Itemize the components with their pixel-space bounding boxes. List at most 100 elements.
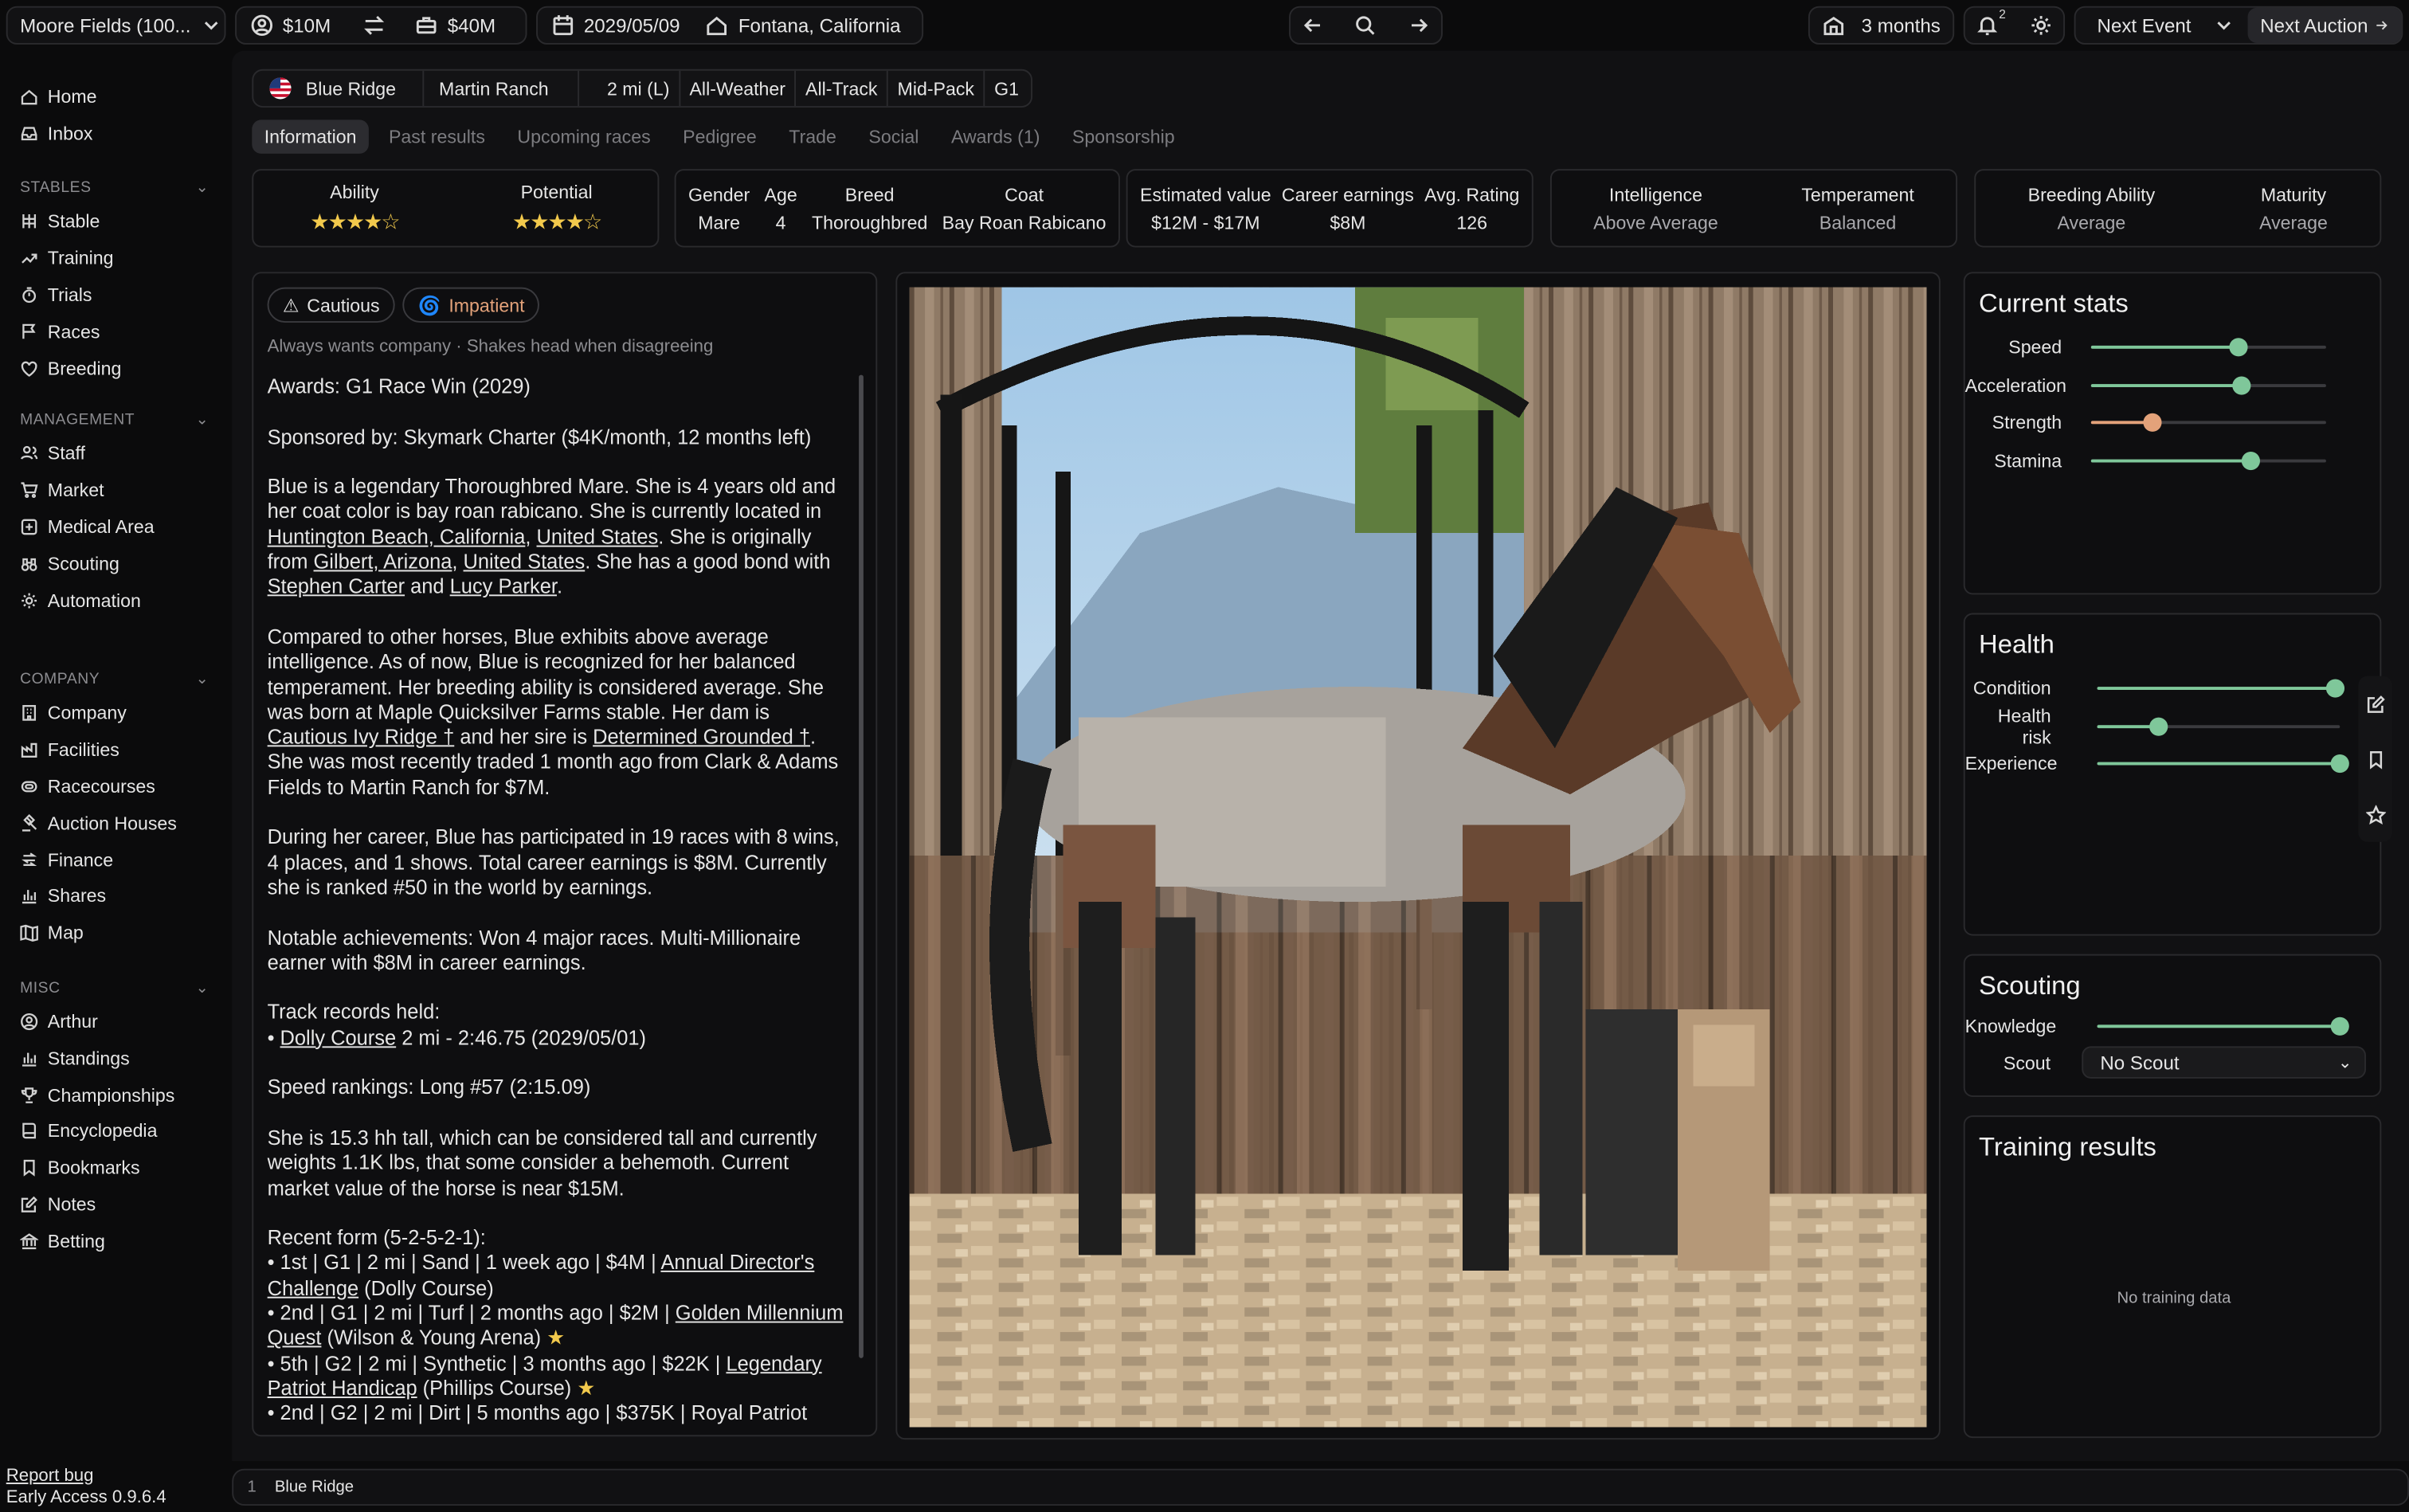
stat-slider[interactable] xyxy=(2097,754,2349,774)
stat-knob[interactable] xyxy=(2149,717,2168,736)
stat-knob[interactable] xyxy=(2142,413,2162,433)
money-pill[interactable]: $10M $40M xyxy=(235,6,527,45)
sidebar-item-finance[interactable]: Finance xyxy=(0,841,230,878)
sidebar-item-arthur[interactable]: Arthur xyxy=(0,1004,230,1040)
sidebar-item-staff[interactable]: Staff xyxy=(0,436,230,472)
stat-knob[interactable] xyxy=(2241,452,2261,471)
date-location-pill[interactable]: 2029/05/09 Fontana, California xyxy=(536,6,924,45)
briefcase-icon xyxy=(413,13,438,37)
star-icon[interactable] xyxy=(2365,804,2386,825)
arrow-left-icon[interactable] xyxy=(1300,13,1325,37)
sidebar-item-breeding[interactable]: Breeding xyxy=(0,350,230,386)
horse-name-crumb[interactable]: Blue Ridge xyxy=(253,71,422,106)
section-management[interactable]: MANAGEMENT ⌄ xyxy=(0,405,230,436)
sidebar-item-championships[interactable]: Championships xyxy=(0,1076,230,1113)
sidebar-item-trials[interactable]: Trials xyxy=(0,277,230,314)
company-selector[interactable]: Moore Fields (100... xyxy=(6,6,226,45)
trait-badge-cautious[interactable]: ⚠ Cautious xyxy=(267,287,395,323)
sidebar-item-automation[interactable]: Automation xyxy=(0,582,230,618)
style-crumb: Mid-Pack xyxy=(887,70,984,107)
sidebar-item-home[interactable]: Home xyxy=(0,78,230,115)
sidebar-item-facilities[interactable]: Facilities xyxy=(0,732,230,769)
stat-fill xyxy=(2090,346,2239,350)
sidebar-item-races[interactable]: Races xyxy=(0,313,230,350)
stat-slider[interactable] xyxy=(2090,376,2326,395)
sidebar-item-racecourses[interactable]: Racecourses xyxy=(0,769,230,805)
location-link[interactable]: Huntington Beach, California xyxy=(268,525,526,548)
chevron-down-icon[interactable] xyxy=(2212,13,2235,37)
person-link[interactable]: Lucy Parker xyxy=(450,575,557,598)
chevron-down-icon: ⌄ xyxy=(195,179,210,198)
tab-sponsorship[interactable]: Sponsorship xyxy=(1060,119,1187,152)
knowledge-knob[interactable] xyxy=(2330,1017,2349,1036)
bookmark-icon[interactable] xyxy=(2365,749,2385,769)
sidebar-item-medical-area[interactable]: Medical Area xyxy=(0,509,230,546)
next-auction-button[interactable]: Next Auction xyxy=(2247,7,2403,44)
sidebar-item-bookmarks[interactable]: Bookmarks xyxy=(0,1150,230,1186)
tab-pedigree[interactable]: Pedigree xyxy=(671,119,770,152)
sidebar-item-standings[interactable]: Standings xyxy=(0,1040,230,1077)
tab-past-results[interactable]: Past results xyxy=(377,119,498,152)
origin-link[interactable]: Gilbert, Arizona xyxy=(314,550,452,574)
stat-slider[interactable] xyxy=(2097,680,2344,699)
sidebar-item-market[interactable]: Market xyxy=(0,472,230,509)
sidebar-item-map[interactable]: Map xyxy=(0,915,230,951)
sidebar-item-stable[interactable]: Stable xyxy=(0,204,230,241)
tab-upcoming-races[interactable]: Upcoming races xyxy=(505,119,663,152)
person-link[interactable]: Stephen Carter xyxy=(268,575,405,598)
stat-knob[interactable] xyxy=(2232,376,2251,395)
report-bug-link[interactable]: Report bug xyxy=(6,1466,166,1487)
tab-awards[interactable]: Awards (1) xyxy=(939,119,1052,152)
sidebar-item-auction-houses[interactable]: Auction Houses xyxy=(0,805,230,841)
sidebar-item-notes[interactable]: Notes xyxy=(0,1186,230,1223)
knowledge-slider[interactable] xyxy=(2097,1017,2349,1036)
ability-stat: Ability ★★★★☆ xyxy=(310,181,400,234)
sidebar-item-scouting[interactable]: Scouting xyxy=(0,546,230,582)
stat-slider[interactable] xyxy=(2097,717,2340,736)
section-misc[interactable]: MISC ⌄ xyxy=(0,973,230,1004)
transfer-icon[interactable] xyxy=(362,13,386,37)
stat-knob[interactable] xyxy=(2325,680,2344,699)
sidebar-item-training[interactable]: Training xyxy=(0,241,230,277)
tab-trade[interactable]: Trade xyxy=(777,119,848,152)
tab-information[interactable]: Information xyxy=(252,119,369,153)
bio-scrollbar[interactable] xyxy=(859,374,864,1358)
sidebar-item-company[interactable]: Company xyxy=(0,695,230,732)
maturity-stat: Maturity Average xyxy=(2259,183,2328,233)
side-toolbar xyxy=(2358,676,2392,842)
scout-select[interactable]: No Scout ⌄ xyxy=(2082,1046,2367,1079)
status-horse-name[interactable]: Blue Ridge xyxy=(275,1478,354,1496)
course-link[interactable]: Dolly Course xyxy=(280,1026,397,1049)
temperament-stat: Temperament Balanced xyxy=(1801,183,1914,233)
origin-country-link[interactable]: United States xyxy=(464,550,586,574)
stat-slider[interactable] xyxy=(2090,413,2326,433)
sire-link[interactable]: Determined Grounded † xyxy=(593,726,810,749)
stat-knob[interactable] xyxy=(2330,754,2349,774)
sidebar-item-shares[interactable]: Shares xyxy=(0,878,230,915)
stat-label: Experience xyxy=(1964,753,2058,775)
sidebar-item-betting[interactable]: Betting xyxy=(0,1223,230,1259)
next-event-button[interactable]: Next Event xyxy=(2098,14,2192,36)
star-icon: ★ xyxy=(546,1326,566,1349)
advance-time-button[interactable]: 3 months xyxy=(1808,6,1955,45)
section-stables[interactable]: STABLES ⌄ xyxy=(0,173,230,204)
sidebar-item-encyclopedia[interactable]: Encyclopedia xyxy=(0,1113,230,1150)
stat-knob[interactable] xyxy=(2230,338,2249,358)
stat-slider[interactable] xyxy=(2090,452,2326,471)
company-name: Moore Fields (100... xyxy=(20,14,191,37)
dam-link[interactable]: Cautious Ivy Ridge † xyxy=(268,726,455,749)
owner-crumb[interactable]: Martin Ranch xyxy=(421,70,578,107)
sidebar-item-inbox[interactable]: Inbox xyxy=(0,115,230,151)
gear-icon[interactable] xyxy=(2029,13,2054,37)
tab-social[interactable]: Social xyxy=(856,119,931,152)
chevron-down-icon: ⌄ xyxy=(195,412,210,429)
bell-icon[interactable]: 2 xyxy=(1975,7,2006,37)
stat-slider[interactable] xyxy=(2090,338,2326,358)
edit-note-icon[interactable] xyxy=(2365,694,2385,714)
search-icon[interactable] xyxy=(1353,13,1378,37)
arrow-right-icon[interactable] xyxy=(1407,13,1432,37)
section-company[interactable]: COMPANY ⌄ xyxy=(0,664,230,695)
country-link[interactable]: United States xyxy=(537,525,659,548)
trait-badge-impatient[interactable]: 🌀 Impatient xyxy=(402,287,540,323)
building-icon xyxy=(22,705,37,722)
